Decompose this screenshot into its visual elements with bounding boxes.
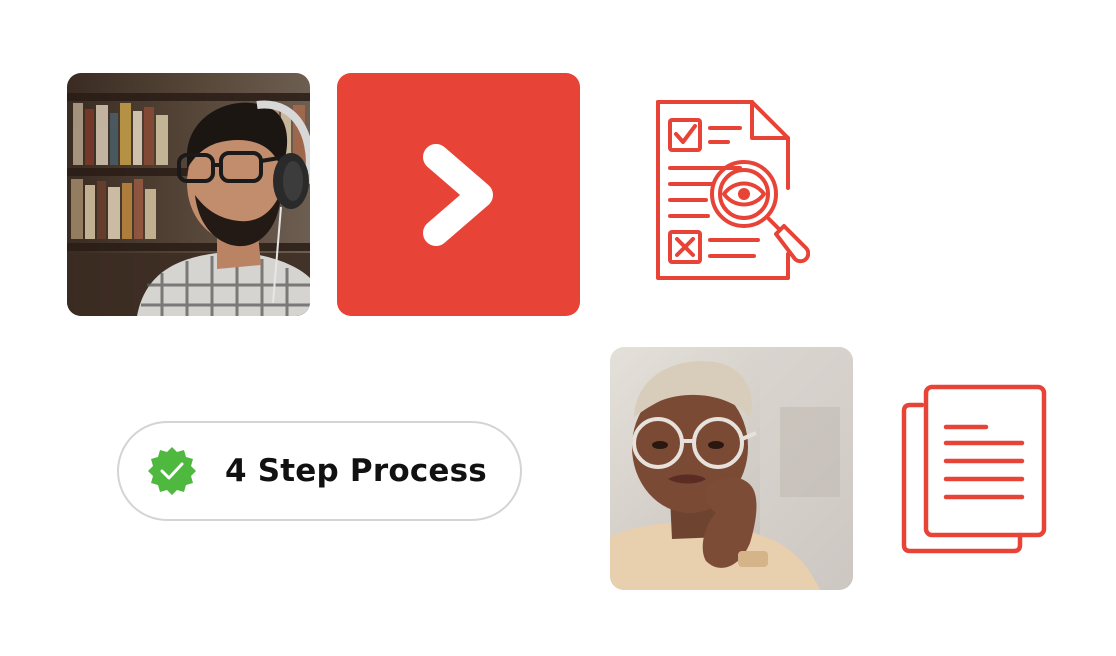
next-arrow-button[interactable] (337, 73, 580, 316)
stacked-documents-icon (901, 384, 1047, 554)
photo-woman-with-glasses (610, 347, 853, 590)
verified-check-badge-icon (148, 447, 196, 495)
photo-man-with-headphones (67, 73, 310, 316)
document-review-magnifier-icon (656, 100, 810, 280)
chevron-right-icon (422, 143, 493, 246)
process-badge: 4 Step Process (117, 421, 522, 521)
process-label: 4 Step Process (225, 453, 487, 489)
illustration-canvas: 4 Step Process (0, 0, 1116, 656)
